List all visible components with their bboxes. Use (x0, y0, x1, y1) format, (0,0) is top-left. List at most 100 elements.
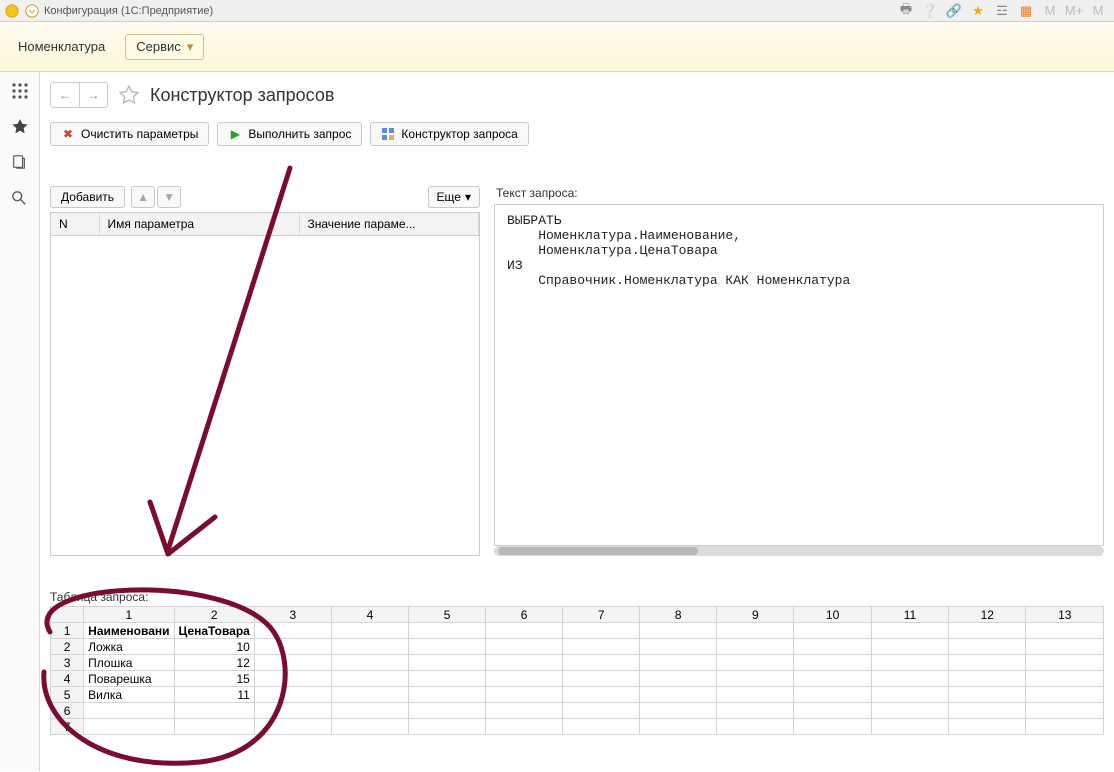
cell[interactable] (486, 719, 563, 735)
cell[interactable] (331, 671, 408, 687)
cell[interactable] (794, 703, 871, 719)
cell[interactable]: Ложка (84, 639, 174, 655)
cell[interactable] (871, 623, 948, 639)
cell[interactable] (794, 719, 871, 735)
cell[interactable]: 15 (174, 671, 254, 687)
cell[interactable] (174, 719, 254, 735)
service-button[interactable]: Сервис ▾ (125, 34, 204, 60)
more-button[interactable]: Еще ▾ (428, 186, 480, 208)
clear-params-button[interactable]: ✖ Очистить параметры (50, 122, 209, 146)
cell[interactable] (794, 639, 871, 655)
cell[interactable] (794, 671, 871, 687)
m-icon[interactable]: M (1042, 3, 1058, 19)
cell[interactable] (949, 703, 1026, 719)
cell[interactable] (409, 703, 486, 719)
cell[interactable] (486, 703, 563, 719)
cell[interactable] (717, 623, 794, 639)
row-header[interactable]: 1 (51, 623, 84, 639)
cell[interactable] (409, 623, 486, 639)
result-grid[interactable]: 1 2 345678910111213 1 Наименовани ЦенаТо… (50, 606, 1104, 735)
cell[interactable] (254, 687, 331, 703)
move-up-button[interactable]: ▲ (131, 186, 155, 208)
link-icon[interactable]: 🔗 (946, 3, 962, 19)
cell[interactable] (717, 671, 794, 687)
grid-icon[interactable] (11, 82, 29, 100)
row-header[interactable]: 6 (51, 703, 84, 719)
cell[interactable] (794, 655, 871, 671)
cell[interactable] (640, 623, 717, 639)
cell[interactable] (1026, 703, 1104, 719)
cell[interactable] (640, 703, 717, 719)
nav-forward-button[interactable]: → (79, 83, 107, 107)
run-query-button[interactable]: ▶ Выполнить запрос (217, 122, 362, 146)
cell[interactable] (486, 687, 563, 703)
clipboard-icon[interactable] (11, 154, 29, 172)
cell[interactable] (331, 655, 408, 671)
cell[interactable] (794, 623, 871, 639)
cell[interactable] (949, 671, 1026, 687)
cell[interactable] (640, 719, 717, 735)
cell[interactable] (409, 671, 486, 687)
cell[interactable] (871, 655, 948, 671)
row-header[interactable]: 5 (51, 687, 84, 703)
cell[interactable] (254, 623, 331, 639)
cell[interactable] (717, 703, 794, 719)
cell[interactable]: 12 (174, 655, 254, 671)
cell[interactable] (1026, 623, 1104, 639)
star-sidebar-icon[interactable] (11, 118, 29, 136)
dropdown-icon[interactable] (24, 3, 40, 19)
m-plus-icon[interactable]: M+ (1066, 3, 1082, 19)
cell[interactable] (563, 687, 640, 703)
cell[interactable] (794, 687, 871, 703)
cell[interactable] (717, 719, 794, 735)
m2-icon[interactable]: M (1090, 3, 1106, 19)
favorite-toggle-icon[interactable] (118, 84, 140, 106)
cell[interactable] (254, 639, 331, 655)
col-header[interactable]: 4 (331, 607, 408, 623)
cell[interactable]: 10 (174, 639, 254, 655)
cell[interactable] (949, 655, 1026, 671)
cell[interactable] (254, 655, 331, 671)
cell[interactable]: 11 (174, 687, 254, 703)
cell[interactable] (563, 719, 640, 735)
cell[interactable] (949, 639, 1026, 655)
col-header[interactable]: 7 (563, 607, 640, 623)
params-table[interactable]: N Имя параметра Значение параме... (50, 212, 480, 556)
cell[interactable] (331, 703, 408, 719)
col-header[interactable]: 2 (174, 607, 254, 623)
cell[interactable] (84, 703, 174, 719)
col-value[interactable]: Значение параме... (299, 213, 479, 236)
search-icon[interactable] (11, 190, 29, 208)
cell[interactable] (717, 655, 794, 671)
col-header[interactable]: 5 (409, 607, 486, 623)
cell[interactable] (563, 639, 640, 655)
col-header[interactable]: 1 (84, 607, 174, 623)
col-header[interactable]: 11 (871, 607, 948, 623)
cell[interactable] (409, 639, 486, 655)
cell[interactable] (409, 719, 486, 735)
cell[interactable] (1026, 719, 1104, 735)
cell[interactable] (640, 655, 717, 671)
cell[interactable] (949, 719, 1026, 735)
row-header[interactable]: 3 (51, 655, 84, 671)
cell[interactable] (640, 687, 717, 703)
history-icon[interactable]: ☲ (994, 3, 1010, 19)
cell[interactable]: Вилка (84, 687, 174, 703)
cell[interactable] (949, 623, 1026, 639)
cell[interactable] (640, 671, 717, 687)
cell[interactable] (409, 687, 486, 703)
cell[interactable] (871, 671, 948, 687)
cell[interactable] (717, 687, 794, 703)
query-text-area[interactable]: ВЫБРАТЬ Номенклатура.Наименование, Номен… (494, 204, 1104, 546)
cell[interactable] (871, 719, 948, 735)
cell[interactable] (1026, 687, 1104, 703)
cell[interactable] (1026, 671, 1104, 687)
cell[interactable] (486, 671, 563, 687)
cell[interactable] (871, 703, 948, 719)
cell[interactable] (331, 719, 408, 735)
cell[interactable] (409, 655, 486, 671)
query-builder-button[interactable]: Конструктор запроса (370, 122, 528, 146)
print-icon[interactable]: 🖶 (898, 3, 914, 19)
cell[interactable] (1026, 655, 1104, 671)
col-header[interactable]: 3 (254, 607, 331, 623)
